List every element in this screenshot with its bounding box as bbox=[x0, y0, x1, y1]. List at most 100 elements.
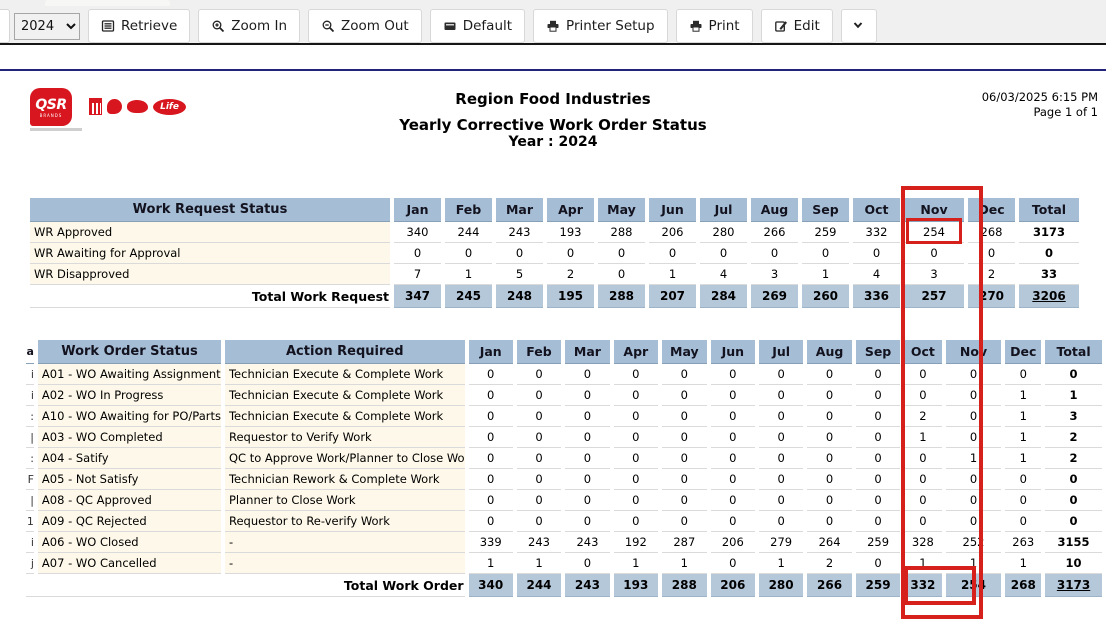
row-label: WR Approved bbox=[30, 222, 390, 243]
month-header-aug: Aug bbox=[807, 340, 852, 364]
month-header-dec: Dec bbox=[968, 198, 1015, 222]
value-cell: 0 bbox=[565, 553, 610, 574]
table-row: iA01 - WO Awaiting AssignmentTechnician … bbox=[26, 364, 1102, 385]
total-value-cell: 243 bbox=[565, 574, 610, 597]
value-cell: 206 bbox=[649, 222, 696, 243]
value-cell: 4 bbox=[853, 264, 900, 285]
total-value-cell: 288 bbox=[598, 285, 645, 308]
year-select[interactable]: 2024 bbox=[14, 13, 80, 40]
value-cell: 0 bbox=[614, 406, 658, 427]
value-cell: 1 bbox=[1005, 406, 1041, 427]
clipped-column-cell: | bbox=[26, 490, 34, 511]
toolbar-button-label: Print bbox=[709, 18, 740, 34]
value-cell: 0 bbox=[469, 385, 513, 406]
table-row: jA07 - WO Cancelled-11011012011110 bbox=[26, 553, 1102, 574]
value-cell: 0 bbox=[856, 511, 900, 532]
row-total-cell: 3 bbox=[1045, 406, 1102, 427]
action-required: QC to Approve Work/Planner to Close Wo bbox=[225, 448, 465, 469]
value-cell: 1 bbox=[946, 448, 1002, 469]
report-meta: 06/03/2025 6:15 PM Page 1 of 1 bbox=[982, 90, 1098, 120]
table-row: |A08 - QC ApprovedPlanner to Close Work 0… bbox=[26, 490, 1102, 511]
total-value-cell: 193 bbox=[614, 574, 658, 597]
value-cell: 0 bbox=[711, 385, 755, 406]
value-cell: 0 bbox=[904, 469, 941, 490]
value-cell: 2 bbox=[904, 406, 941, 427]
action-required: Requestor to Verify Work bbox=[225, 427, 465, 448]
report-year: Year : 2024 bbox=[0, 134, 1106, 150]
default-button[interactable]: Default bbox=[430, 9, 525, 43]
value-cell: 263 bbox=[1005, 532, 1041, 553]
table1-grand-total-link[interactable]: 3206 bbox=[1019, 285, 1079, 308]
row-total-cell: 1 bbox=[1045, 385, 1102, 406]
value-cell: 0 bbox=[711, 364, 755, 385]
clipped-column-cell: 1 bbox=[26, 511, 34, 532]
value-cell: 0 bbox=[856, 448, 900, 469]
total-value-cell: 347 bbox=[394, 285, 441, 308]
value-cell: 243 bbox=[565, 532, 610, 553]
value-cell: 0 bbox=[807, 511, 852, 532]
value-cell: 266 bbox=[751, 222, 798, 243]
edit-button[interactable]: Edit bbox=[761, 9, 833, 43]
status-label: A05 - Not Satisfy bbox=[38, 469, 221, 490]
value-cell: 254 bbox=[904, 222, 964, 243]
value-cell: 287 bbox=[662, 532, 707, 553]
table-row: iA06 - WO Closed-33924324319228720627926… bbox=[26, 532, 1102, 553]
value-cell: 0 bbox=[946, 469, 1002, 490]
print-button[interactable]: Print bbox=[676, 9, 753, 43]
row-total-cell: 3155 bbox=[1045, 532, 1102, 553]
value-cell: 332 bbox=[853, 222, 900, 243]
table-row: |A03 - WO CompletedRequestor to Verify W… bbox=[26, 427, 1102, 448]
value-cell: 339 bbox=[469, 532, 513, 553]
zoom-in-button[interactable]: Zoom In bbox=[198, 9, 300, 43]
value-cell: 0 bbox=[469, 511, 513, 532]
retrieve-icon bbox=[101, 19, 115, 33]
value-cell: 0 bbox=[469, 469, 513, 490]
value-cell: 0 bbox=[1005, 490, 1041, 511]
row-total-cell: 2 bbox=[1045, 448, 1102, 469]
value-cell: 0 bbox=[807, 406, 852, 427]
action-required: Technician Execute & Complete Work bbox=[225, 406, 465, 427]
action-required: Requestor to Re-verify Work bbox=[225, 511, 465, 532]
value-cell: 0 bbox=[946, 364, 1002, 385]
zoom-out-icon bbox=[321, 19, 335, 33]
value-cell: 0 bbox=[517, 511, 561, 532]
month-header-nov: Nov bbox=[946, 340, 1002, 364]
month-header-jun: Jun bbox=[711, 340, 755, 364]
action-required: - bbox=[225, 532, 465, 553]
retrieve-button[interactable]: Retrieve bbox=[88, 9, 190, 43]
zoom-out-button[interactable]: Zoom Out bbox=[308, 9, 422, 43]
toolbar-button-label: Retrieve bbox=[121, 18, 177, 34]
work-request-status-table: Work Request StatusJanFebMarAprMayJunJul… bbox=[26, 198, 1083, 308]
value-cell: 0 bbox=[904, 448, 941, 469]
value-cell: 1 bbox=[1005, 553, 1041, 574]
value-cell: 0 bbox=[856, 385, 900, 406]
value-cell: 0 bbox=[807, 364, 852, 385]
table-row: WR Approved34024424319328820628026625933… bbox=[30, 222, 1079, 243]
total-value-cell: 270 bbox=[968, 285, 1015, 308]
more-options-button[interactable] bbox=[841, 9, 877, 43]
clipped-column-cell: i bbox=[26, 385, 34, 406]
value-cell: 0 bbox=[853, 243, 900, 264]
value-cell: 0 bbox=[856, 364, 900, 385]
clipped-column-header: a bbox=[26, 340, 34, 364]
zoom-in-icon bbox=[211, 19, 225, 33]
total-value-cell: 268 bbox=[1005, 574, 1041, 597]
table2-total-header: Total bbox=[1045, 340, 1102, 364]
value-cell: 0 bbox=[565, 364, 610, 385]
value-cell: 259 bbox=[856, 532, 900, 553]
value-cell: 0 bbox=[565, 511, 610, 532]
status-label: A08 - QC Approved bbox=[38, 490, 221, 511]
printer-setup-button[interactable]: Printer Setup bbox=[533, 9, 668, 43]
value-cell: 0 bbox=[946, 490, 1002, 511]
value-cell: 0 bbox=[759, 469, 803, 490]
total-value-cell: 207 bbox=[649, 285, 696, 308]
clipped-toolbar-button[interactable] bbox=[0, 9, 10, 43]
total-value-cell: 260 bbox=[802, 285, 849, 308]
value-cell: 0 bbox=[598, 264, 645, 285]
value-cell: 0 bbox=[759, 364, 803, 385]
month-header-sep: Sep bbox=[856, 340, 900, 364]
table2-grand-total-link[interactable]: 3173 bbox=[1045, 574, 1102, 597]
action-required: Planner to Close Work bbox=[225, 490, 465, 511]
month-header-mar: Mar bbox=[496, 198, 543, 222]
total-value-cell: 266 bbox=[807, 574, 852, 597]
